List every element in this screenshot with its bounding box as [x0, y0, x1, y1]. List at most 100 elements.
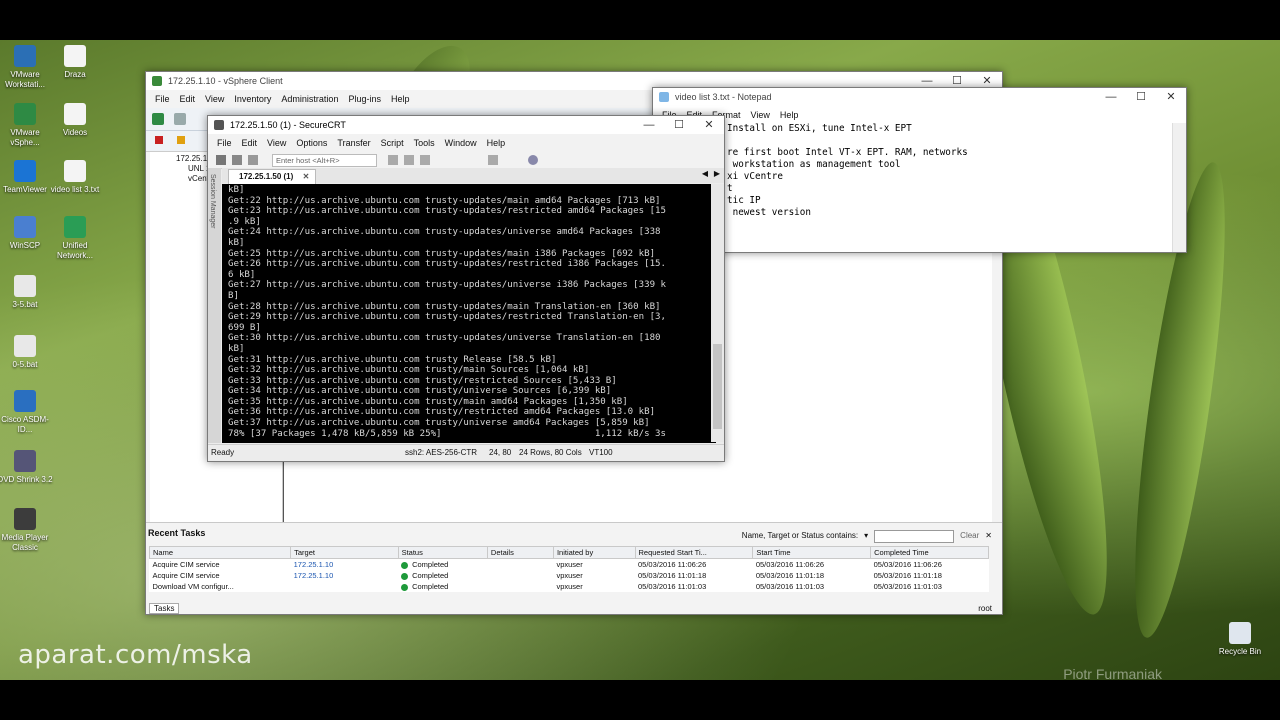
crt-menu-script[interactable]: Script: [376, 134, 409, 152]
crt-menu-transfer[interactable]: Transfer: [332, 134, 375, 152]
notepad-line: t: [727, 183, 733, 194]
tasks-column-header[interactable]: Status: [397, 546, 488, 559]
notepad-titlebar[interactable]: video list 3.txt - Notepad — ☐ ✕: [653, 88, 1186, 106]
crt-menu-window[interactable]: Window: [440, 134, 482, 152]
notepad-minimize-button[interactable]: —: [1096, 88, 1126, 106]
tasks-table: Name Target Status Details Initiated by Reque…: [148, 546, 989, 592]
tasks-column-header[interactable]: Start Time: [752, 546, 872, 559]
paste-icon[interactable]: [404, 155, 414, 165]
app-icon: [64, 45, 86, 67]
crt-menu-view[interactable]: View: [262, 134, 291, 152]
crt-menu-file[interactable]: File: [212, 134, 237, 152]
desktop-icon[interactable]: Draza: [45, 45, 105, 80]
suspend-icon[interactable]: [177, 136, 185, 144]
tasks-column-header[interactable]: Completed Time: [870, 546, 989, 559]
table-row[interactable]: Acquire CIM service 172.25.1.10 Completed v…: [150, 570, 989, 581]
tab-prev-icon[interactable]: ◀: [702, 169, 708, 178]
tasks-column-header[interactable]: Initiated by: [552, 546, 636, 559]
desktop-icon[interactable]: Cisco ASDM-ID...: [0, 390, 55, 435]
session-tab-close-icon[interactable]: ✕: [303, 170, 310, 184]
desktop-icon[interactable]: Videos: [45, 103, 105, 138]
quick-connect-icon[interactable]: [232, 155, 242, 165]
terminal-line: Get:27 http://us.archive.ubuntu.com trus…: [228, 280, 666, 291]
securecrt-window[interactable]: 172.25.1.50 (1) - SecureCRT — ☐ ✕ File E…: [207, 115, 725, 462]
terminal-scroll-thumb[interactable]: [713, 344, 722, 429]
back-icon[interactable]: [152, 113, 164, 125]
find-icon[interactable]: [420, 155, 430, 165]
table-row[interactable]: Acquire CIM service 172.25.1.10 Completed v…: [150, 559, 989, 571]
filter-input[interactable]: [874, 529, 955, 543]
notepad-line: tic IP: [727, 195, 761, 206]
crt-maximize-button[interactable]: ☐: [664, 116, 694, 134]
desktop-icon[interactable]: 0-5.bat: [0, 335, 55, 370]
session-tab[interactable]: 172.25.1.50 (1) ✕: [228, 169, 317, 184]
menu-help[interactable]: Help: [386, 90, 415, 108]
disconnect-icon[interactable]: [248, 155, 258, 165]
desktop-icon-label: Cisco ASDM-ID...: [1, 415, 49, 434]
crt-menu-tools[interactable]: Tools: [409, 134, 440, 152]
task-cell-by: vpxuser: [553, 581, 635, 592]
forward-icon[interactable]: [174, 113, 186, 125]
menu-view[interactable]: View: [200, 90, 229, 108]
desktop-icon-label: Draza: [64, 70, 86, 79]
crt-menu-help[interactable]: Help: [482, 134, 511, 152]
desktop-icon[interactable]: video list 3.txt: [45, 160, 105, 195]
securecrt-titlebar[interactable]: 172.25.1.50 (1) - SecureCRT — ☐ ✕: [208, 116, 724, 134]
desktop-icon[interactable]: Media Player Classic: [0, 508, 55, 553]
menu-plugins[interactable]: Plug-ins: [343, 90, 386, 108]
notepad-close-button[interactable]: ✕: [1156, 88, 1186, 106]
tasks-column-header[interactable]: Target: [290, 546, 399, 559]
app-icon: [14, 275, 36, 297]
crt-menu-edit[interactable]: Edit: [237, 134, 263, 152]
np-menu-help[interactable]: Help: [775, 106, 804, 124]
notepad-line: re first boot Intel VT-x EPT. RAM, netwo…: [727, 147, 968, 158]
menu-inventory[interactable]: Inventory: [229, 90, 276, 108]
tasks-column-header[interactable]: Details: [486, 546, 554, 559]
settings-icon[interactable]: [488, 155, 498, 165]
tasks-column-header[interactable]: Requested Start Ti...: [634, 546, 754, 559]
desktop-icon[interactable]: Unified Network...: [45, 216, 105, 261]
notepad-maximize-button[interactable]: ☐: [1126, 88, 1156, 106]
task-cell-text: Download VM configur...: [152, 582, 234, 591]
tasks-column-header[interactable]: Name: [148, 546, 292, 559]
notepad-window[interactable]: video list 3.txt - Notepad — ☐ ✕ File Ed…: [652, 87, 1187, 253]
tab-next-icon[interactable]: ▶: [714, 169, 720, 178]
desktop-icon[interactable]: DVD Shrink 3.2: [0, 450, 55, 485]
terminal-line: Get:36 http://us.archive.ubuntu.com trus…: [228, 407, 656, 418]
power-off-icon[interactable]: [155, 136, 163, 144]
app-icon: [14, 450, 36, 472]
notepad-scrollbar[interactable]: [1172, 123, 1186, 252]
menu-file[interactable]: File: [150, 90, 175, 108]
recycle-bin-icon[interactable]: Recycle Bin: [1210, 622, 1270, 657]
crt-menu-options[interactable]: Options: [291, 134, 332, 152]
task-cell-text: 05/03/2016 11:06:26: [873, 560, 942, 569]
crt-minimize-button[interactable]: —: [634, 116, 664, 134]
notepad-text-area[interactable]: Install on ESXi, tune Intel-x EPT re firs…: [653, 123, 1172, 252]
task-cell-start: 05/03/2016 11:01:18: [753, 570, 871, 581]
task-cell-text: 05/03/2016 11:01:18: [638, 571, 707, 580]
top-letterbox: [0, 0, 1280, 40]
terminal-output[interactable]: kB] Get:22 http://us.archive.ubuntu.com t…: [222, 184, 716, 443]
vsphere-title: 172.25.1.10 - vSphere Client: [168, 76, 283, 86]
copy-icon[interactable]: [388, 155, 398, 165]
notepad-line: newest version: [727, 207, 811, 218]
tasks-tab[interactable]: Tasks: [149, 603, 180, 614]
menu-edit[interactable]: Edit: [175, 90, 201, 108]
np-menu-view[interactable]: View: [746, 106, 775, 124]
terminal-scrollbar[interactable]: [711, 184, 724, 442]
session-manager-sidebar[interactable]: Session Manager: [208, 168, 221, 443]
desktop-icon[interactable]: 3-5.bat: [0, 275, 55, 310]
table-row[interactable]: Download VM configur... Completed vpxuser 0…: [150, 581, 989, 592]
terminal-line: kB]: [228, 237, 245, 248]
menu-administration[interactable]: Administration: [276, 90, 343, 108]
crt-close-button[interactable]: ✕: [694, 116, 724, 134]
host-input[interactable]: Enter host <Alt+R>: [272, 154, 377, 167]
clear-button[interactable]: Clear: [960, 526, 979, 546]
connect-icon[interactable]: [216, 155, 226, 165]
session-manager-label: Session Manager: [209, 174, 216, 229]
task-cell-text: 172.25.1.10: [293, 571, 334, 580]
help-icon[interactable]: [528, 155, 538, 165]
task-cell-target: [291, 581, 398, 592]
panel-close-icon[interactable]: ✕: [985, 526, 992, 546]
filter-dropdown-icon[interactable]: ▾: [864, 526, 868, 546]
